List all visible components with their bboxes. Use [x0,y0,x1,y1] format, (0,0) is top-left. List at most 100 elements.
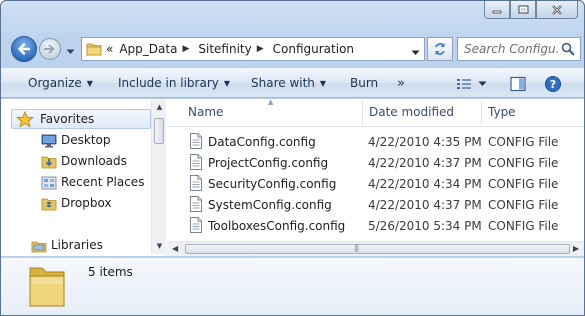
nav-favorites[interactable]: Favorites [11,109,151,129]
file-row[interactable]: SecurityConfig.config 4/22/2010 4:34 PM CO… [167,173,584,194]
forward-button[interactable] [39,38,61,60]
column-divider[interactable] [481,101,482,125]
config-file-icon [190,196,202,212]
file-row[interactable]: ToolboxesConfig.config 5/26/2010 5:34 PM C… [167,215,584,236]
include-in-library-menu[interactable]: Include in library ▼ [118,76,230,90]
file-name: DataConfig.config [208,135,316,149]
scroll-thumb[interactable] [154,118,164,144]
horizontal-scrollbar[interactable]: ◀ ||| ▶ [167,241,584,256]
folder-icon [86,43,102,56]
column-divider[interactable] [362,101,363,125]
nav-item-downloads[interactable]: Downloads [41,154,127,169]
file-row[interactable]: SystemConfig.config 4/22/2010 4:37 PM CONF… [167,194,584,215]
file-list: ▲ Name Date modified Type DataConfig.con… [167,98,584,256]
scroll-down-arrow-icon[interactable]: ▼ [152,242,167,250]
address-bar[interactable]: « App_Data ▶ Sitefinity ▶ Configuration [81,37,425,61]
chevron-down-icon: ▼ [319,78,327,88]
chevron-down-icon: ▼ [223,78,231,88]
search-input[interactable] [464,42,558,56]
file-date-modified: 5/26/2010 5:34 PM [368,219,482,233]
scroll-grip-icon: ||| [354,244,359,252]
nav-item-dropbox[interactable]: Dropbox [41,196,112,211]
chevron-down-icon: ▼ [86,78,93,88]
navigation-pane: Favorites Desktop Downloads Recent Place… [1,99,166,256]
nav-libraries-label: Libraries [51,238,103,252]
address-overflow[interactable]: « [106,42,113,56]
chevron-down-icon [66,49,75,54]
scroll-up-arrow-icon[interactable]: ▲ [152,103,167,111]
breadcrumb-arrow-icon[interactable]: ▶ [257,44,264,54]
file-date-modified: 4/22/2010 4:34 PM [368,177,482,191]
burn-button[interactable]: Burn [350,76,378,90]
favorites-star-icon [16,110,34,128]
file-type: CONFIG File [488,177,559,191]
config-file-icon [190,154,202,170]
explorer-window: « App_Data▶ Sitefinity▶ Configuration [0,0,585,316]
nav-libraries[interactable]: Libraries [31,238,103,253]
breadcrumb-configuration[interactable]: Configuration [273,42,354,56]
scroll-thumb[interactable] [185,244,570,254]
help-icon: ? [545,76,561,92]
column-header-type[interactable]: Type [488,105,516,119]
file-name: ToolboxesConfig.config [208,219,346,233]
sort-ascending-icon: ▲ [268,98,274,106]
back-button[interactable] [11,36,37,62]
file-name: SystemConfig.config [208,198,332,212]
nav-item-label: Desktop [61,133,111,147]
folder-large-icon [29,267,65,307]
nav-pane-scrollbar[interactable]: ▲ ▼ [151,99,166,254]
svg-text:?: ? [550,78,556,91]
config-file-icon [190,217,202,233]
details-pane: 5 items [1,257,584,315]
content-area: Favorites Desktop Downloads Recent Place… [1,98,584,256]
column-header-date-modified[interactable]: Date modified [369,105,454,119]
nav-item-desktop[interactable]: Desktop [41,133,111,148]
forward-arrow-icon [44,44,55,54]
file-row[interactable]: DataConfig.config 4/22/2010 4:35 PM CONFIG… [167,131,584,152]
nav-item-label: Recent Places [61,175,145,189]
navigation-bar: « App_Data ▶ Sitefinity ▶ Configuration [9,35,581,63]
chevron-down-icon [478,81,486,86]
view-options-dropdown[interactable] [475,73,489,95]
search-icon[interactable] [561,42,575,59]
nav-item-recent-places[interactable]: Recent Places [41,175,145,190]
maximize-button[interactable] [510,1,536,19]
window-caption-buttons [484,1,578,19]
more-commands-button[interactable]: » [397,76,405,91]
downloads-folder-icon [41,156,57,169]
scroll-right-arrow-icon[interactable]: ▶ [573,244,579,253]
address-dropdown[interactable] [411,45,420,59]
close-icon [552,4,562,15]
maximize-icon [518,5,528,14]
file-type: CONFIG File [488,198,559,212]
scroll-left-arrow-icon[interactable]: ◀ [172,244,178,253]
refresh-icon [435,43,445,55]
minimize-button[interactable] [484,1,510,19]
file-date-modified: 4/22/2010 4:35 PM [368,135,482,149]
refresh-button[interactable] [427,37,453,61]
details-view-icon [457,79,471,89]
column-header-name[interactable]: Name [188,105,223,119]
breadcrumb-app-data[interactable]: App_Data ▶ [119,42,194,56]
search-box[interactable] [457,37,581,61]
share-with-menu[interactable]: Share with ▼ [251,76,326,90]
column-headers: ▲ Name Date modified Type [167,98,584,127]
change-view-button[interactable] [452,73,476,95]
recent-places-icon [41,176,57,190]
minimize-icon [492,10,502,13]
breadcrumb-arrow-icon[interactable]: ▶ [182,44,189,54]
chevron-down-icon [411,50,420,55]
close-button[interactable] [536,1,578,19]
preview-pane-button[interactable] [506,73,530,95]
help-button[interactable]: ? [541,73,565,95]
config-file-icon [190,175,202,191]
file-row[interactable]: ProjectConfig.config 4/22/2010 4:37 PM CON… [167,152,584,173]
desktop-icon [41,134,57,148]
back-arrow-icon [18,43,31,55]
nav-favorites-label: Favorites [40,112,95,126]
organize-menu[interactable]: Organize ▼ [28,76,93,90]
recent-pages-dropdown[interactable] [66,44,75,58]
libraries-icon [31,241,47,253]
breadcrumb-sitefinity[interactable]: Sitefinity ▶ [198,42,268,56]
file-type: CONFIG File [488,219,559,233]
